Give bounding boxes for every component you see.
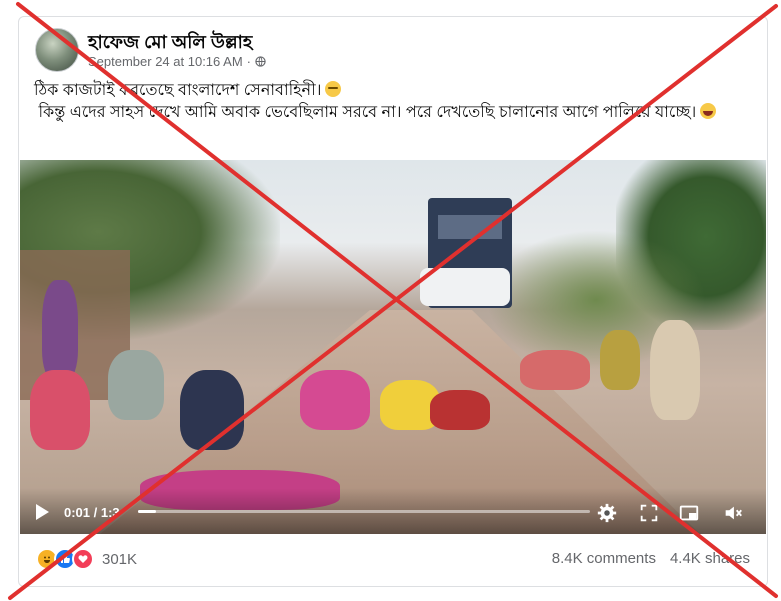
reaction-count[interactable]: 301K (102, 551, 137, 568)
author-avatar[interactable] (35, 28, 79, 72)
video-scene-person (650, 320, 700, 420)
post-stats: 8.4K comments 4.4K shares (552, 550, 750, 567)
love-reaction-icon (72, 548, 94, 570)
video-scene-car (420, 268, 510, 306)
video-scene-person (300, 370, 370, 430)
gear-icon[interactable] (596, 502, 618, 524)
post-timestamp[interactable]: September 24 at 10:16 AM (88, 54, 243, 69)
volume-muted-icon[interactable] (722, 502, 744, 524)
video-scene-person (108, 350, 164, 420)
play-icon[interactable] (36, 504, 49, 520)
reactions-summary[interactable]: 301K (36, 548, 137, 570)
video-progress-fill (138, 510, 157, 513)
globe-icon (255, 56, 266, 67)
comments-count[interactable]: 8.4K comments (552, 550, 656, 567)
post-text: ঠিক কাজটাই করতেছে বাংলাদেশ সেনাবাহিনী। ক… (34, 80, 744, 124)
video-player[interactable]: 0:01 / 1:3 (20, 160, 766, 534)
video-scene-person (520, 350, 590, 390)
post-footer: 301K 8.4K comments 4.4K shares (18, 542, 766, 576)
post-meta: September 24 at 10:16 AM · (88, 54, 266, 69)
shares-count[interactable]: 4.4K shares (670, 550, 750, 567)
video-scene-person (30, 370, 90, 450)
pip-icon[interactable] (678, 502, 700, 524)
post-text-line1: ঠিক কাজটাই করতেছে বাংলাদেশ সেনাবাহিনী। (34, 82, 322, 99)
fullscreen-icon[interactable] (638, 502, 660, 524)
video-scene-truck-window (438, 215, 502, 239)
video-time: 0:01 / 1:3 (64, 505, 120, 520)
video-scene-person (430, 390, 490, 430)
video-progress-bar[interactable] (138, 510, 590, 513)
video-scene-person (42, 280, 78, 380)
video-controls: 0:01 / 1:3 (20, 488, 766, 534)
rofl-emoji-icon (700, 103, 717, 119)
smirk-emoji-icon (325, 81, 342, 97)
video-scene-person (600, 330, 640, 390)
meta-separator: · (246, 54, 251, 69)
post-text-line2: কিন্তু এদের সাহস দেখে আমি অবাক ভেবেছিলাম… (38, 104, 697, 121)
video-scene-person (180, 370, 244, 450)
